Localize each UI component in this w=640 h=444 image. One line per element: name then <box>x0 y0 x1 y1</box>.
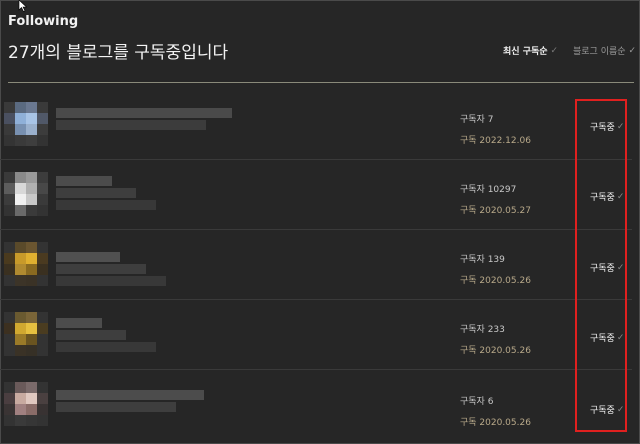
sort-option-name[interactable]: 블로그 이름순 ✓ <box>573 44 637 58</box>
sort-option-label: 최신 구독순 <box>503 47 548 57</box>
subscribe-date: 구독 2020.05.26 <box>460 346 531 356</box>
blurred-blog-name <box>56 318 102 328</box>
blurred-blog-name <box>56 390 204 400</box>
blurred-blog-name <box>56 176 112 186</box>
blurred-blog-desc <box>56 200 156 210</box>
subscriber-count: 구독자 7 <box>460 115 494 125</box>
subscription-meta: 구독자 233 구독 2020.05.26 <box>460 322 531 356</box>
subscribed-label: 구독중 <box>590 264 615 274</box>
blurred-blog-desc <box>56 264 146 274</box>
blog-avatar <box>4 382 48 426</box>
check-icon: ✓ <box>616 404 625 415</box>
subscribed-label: 구독중 <box>590 193 615 203</box>
subscription-meta: 구독자 7 구독 2022.12.06 <box>460 112 531 146</box>
sort-option-latest[interactable]: 최신 구독순 ✓ <box>503 44 559 58</box>
subscribed-label: 구독중 <box>590 123 615 133</box>
subscribed-button[interactable]: 구독중 ✓ <box>590 190 625 204</box>
subscribe-date: 구독 2020.05.26 <box>460 418 531 428</box>
subscribed-button[interactable]: 구독중 ✓ <box>590 120 625 134</box>
check-icon: ✓ <box>628 45 637 56</box>
check-icon: ✓ <box>616 121 625 132</box>
blurred-blog-name <box>56 108 232 118</box>
subscription-row: 구독자 6 구독 2020.05.26 구독중 ✓ <box>0 370 632 440</box>
subscribed-button[interactable]: 구독중 ✓ <box>590 331 625 345</box>
blog-avatar <box>4 312 48 356</box>
sort-option-label: 블로그 이름순 <box>573 47 626 57</box>
subscriber-count: 구독자 6 <box>460 397 494 407</box>
subscription-meta: 구독자 6 구독 2020.05.26 <box>460 394 531 428</box>
subscribed-button[interactable]: 구독중 ✓ <box>590 403 625 417</box>
subscribe-date: 구독 2020.05.27 <box>460 206 531 216</box>
blurred-blog-desc <box>56 330 126 340</box>
section-title: Following <box>8 14 79 29</box>
blurred-blog-desc <box>56 402 176 412</box>
check-icon: ✓ <box>550 45 559 56</box>
blog-avatar <box>4 172 48 216</box>
blurred-blog-name <box>56 252 120 262</box>
subscriber-count: 구독자 10297 <box>460 185 517 195</box>
subscriber-count: 구독자 233 <box>460 325 505 335</box>
subscription-meta: 구독자 10297 구독 2020.05.27 <box>460 182 531 216</box>
subscription-row: 구독자 7 구독 2022.12.06 구독중 ✓ <box>0 90 632 160</box>
subscribed-label: 구독중 <box>590 334 615 344</box>
mouse-cursor-icon <box>18 0 28 12</box>
blog-avatar <box>4 242 48 286</box>
subscription-row: 구독자 139 구독 2020.05.26 구독중 ✓ <box>0 230 632 300</box>
subscribe-date: 구독 2022.12.06 <box>460 136 531 146</box>
header-divider <box>8 82 634 83</box>
subscription-meta: 구독자 139 구독 2020.05.26 <box>460 252 531 286</box>
blog-avatar <box>4 102 48 146</box>
subscribed-label: 구독중 <box>590 406 615 416</box>
subscribed-button[interactable]: 구독중 ✓ <box>590 261 625 275</box>
page-title: 27개의 블로그를 구독중입니다 <box>8 43 229 63</box>
subscription-row: 구독자 10297 구독 2020.05.27 구독중 ✓ <box>0 160 632 230</box>
subscription-row: 구독자 233 구독 2020.05.26 구독중 ✓ <box>0 300 632 370</box>
blurred-blog-desc <box>56 120 206 130</box>
check-icon: ✓ <box>616 191 625 202</box>
subscribe-date: 구독 2020.05.26 <box>460 276 531 286</box>
blurred-blog-desc <box>56 276 166 286</box>
blurred-blog-desc <box>56 342 156 352</box>
check-icon: ✓ <box>616 262 625 273</box>
subscriber-count: 구독자 139 <box>460 255 505 265</box>
blurred-blog-desc <box>56 188 136 198</box>
check-icon: ✓ <box>616 332 625 343</box>
